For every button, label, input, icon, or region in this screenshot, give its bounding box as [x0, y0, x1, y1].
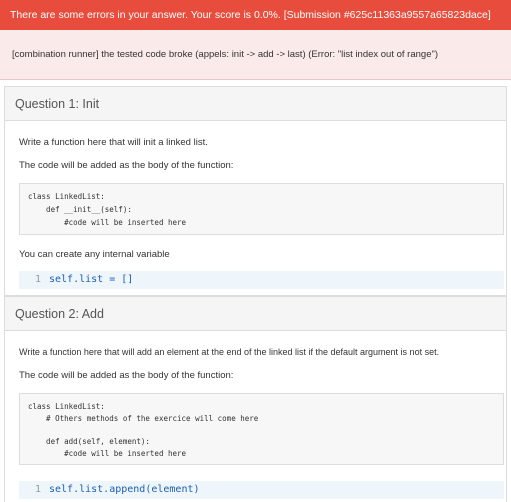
- question-2-header: Question 2: Add: [5, 297, 506, 331]
- question-1-code-template: class LinkedList: def __init__(self): #c…: [19, 183, 504, 235]
- code-line: # Others methods of the exercice will co…: [28, 414, 259, 423]
- error-banner-text: There are some errors in your answer. Yo…: [10, 9, 491, 21]
- code-line: def __init__(self):: [28, 205, 132, 214]
- code-line: #code will be inserted here: [28, 449, 187, 458]
- error-detail-text: [combination runner] the tested code bro…: [12, 49, 439, 60]
- line-number: 1: [34, 274, 41, 285]
- question-1-title: Question 1: Init: [15, 97, 100, 111]
- question-2-body-note: The code will be added as the body of th…: [19, 370, 234, 381]
- code-line: def add(self, element):: [28, 437, 150, 446]
- question-2-editor-code[interactable]: self.list.append(element): [49, 484, 200, 495]
- question-1-body-note: The code will be added as the body of th…: [19, 160, 234, 171]
- question-1-description: Write a function here that will init a l…: [19, 137, 208, 148]
- code-line: #code will be inserted here: [28, 218, 187, 227]
- code-line: class LinkedList:: [28, 402, 105, 411]
- question-1-code-editor[interactable]: 1 self.list = []: [19, 271, 504, 289]
- question-2-description: Write a function here that will add an e…: [19, 347, 440, 357]
- question-1-variable-note: You can create any internal variable: [19, 249, 170, 260]
- question-2-title: Question 2: Add: [15, 307, 104, 321]
- question-1-panel: Question 1: Init Write a function here t…: [4, 86, 507, 296]
- line-number: 1: [34, 484, 41, 495]
- question-2-code-editor[interactable]: 1 self.list.append(element): [19, 481, 504, 499]
- code-line: class LinkedList:: [28, 192, 105, 201]
- question-1-header: Question 1: Init: [5, 87, 506, 121]
- error-banner: There are some errors in your answer. Yo…: [0, 0, 511, 30]
- error-detail: [combination runner] the tested code bro…: [0, 30, 511, 80]
- question-1-editor-code[interactable]: self.list = []: [49, 274, 133, 285]
- task-page: There are some errors in your answer. Yo…: [0, 0, 511, 502]
- question-2-panel: Question 2: Add Write a function here th…: [4, 296, 507, 502]
- question-2-code-template: class LinkedList: # Others methods of th…: [19, 393, 504, 465]
